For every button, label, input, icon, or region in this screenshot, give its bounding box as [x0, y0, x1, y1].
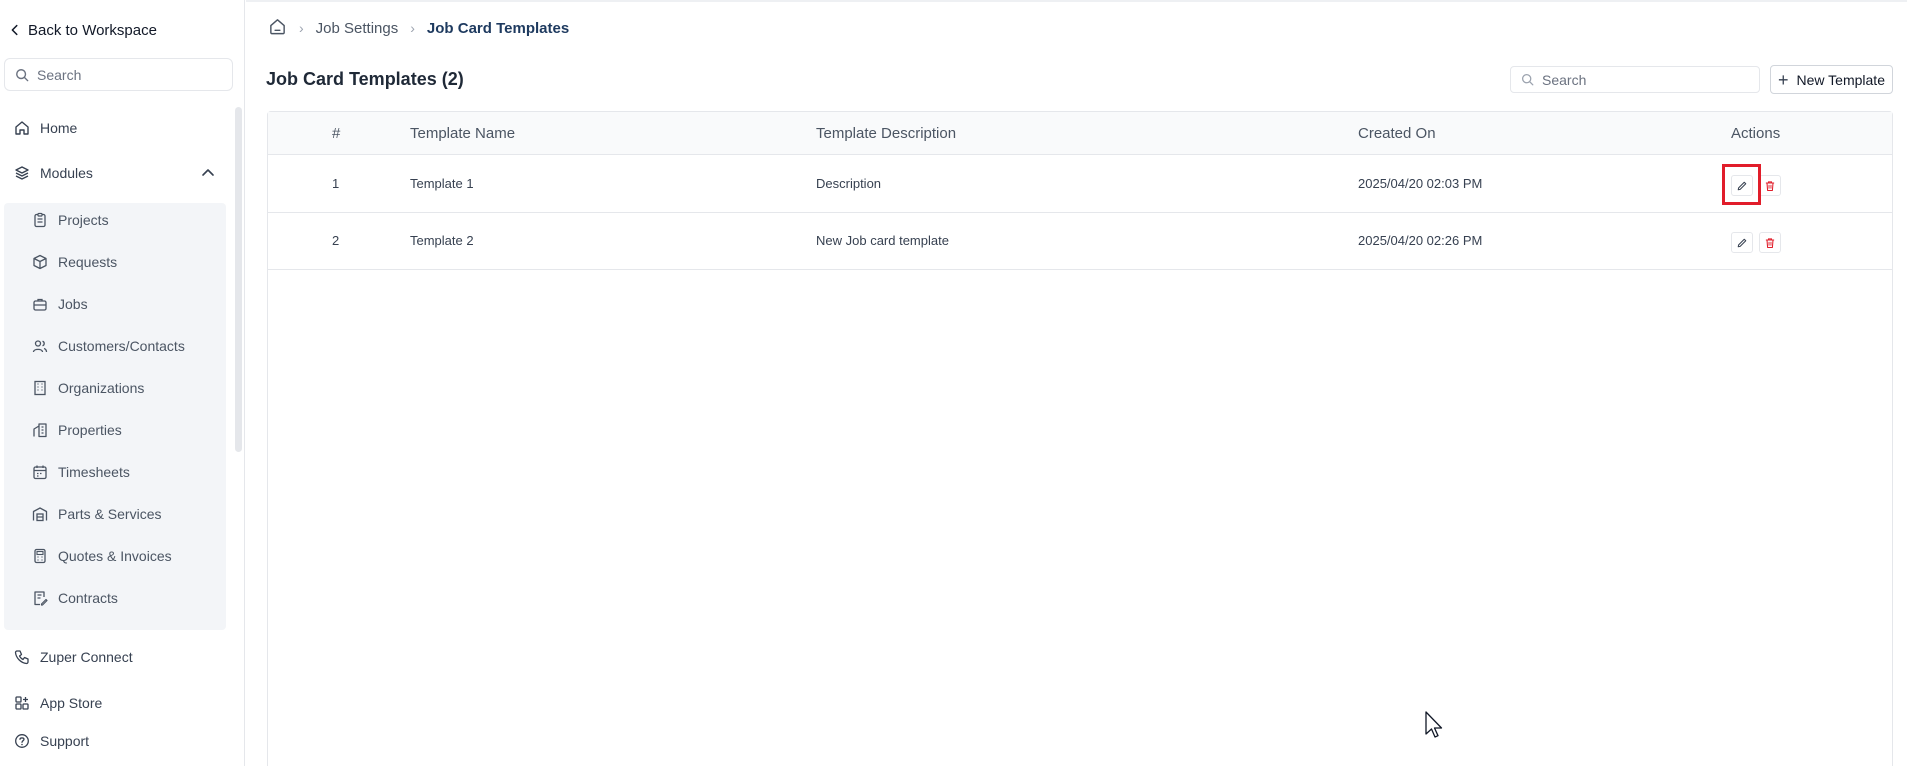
- search-icon: [1521, 73, 1534, 86]
- sidebar-item-requests[interactable]: Requests: [32, 251, 117, 273]
- sidebar-item-label: Jobs: [58, 296, 88, 312]
- home-icon: [15, 121, 29, 135]
- sidebar-item-label: Projects: [58, 212, 109, 228]
- templates-table: # Template Name Template Description Cre…: [267, 111, 1893, 766]
- sidebar-item-properties[interactable]: Properties: [32, 419, 122, 441]
- sidebar-item-label: Modules: [40, 165, 93, 181]
- plus-icon: +: [1778, 69, 1789, 90]
- sidebar-item-parts-services[interactable]: Parts & Services: [32, 503, 161, 525]
- phone-icon: [14, 650, 29, 665]
- clipboard-icon: [34, 212, 46, 228]
- template-name: Template 1: [410, 176, 474, 191]
- calendar-icon: [33, 465, 47, 480]
- mouse-cursor-icon: [1425, 711, 1443, 738]
- sidebar-item-timesheets[interactable]: Timesheets: [32, 461, 130, 483]
- sidebar-item-app-store[interactable]: App Store: [14, 692, 102, 714]
- delete-button[interactable]: [1759, 175, 1781, 196]
- sidebar-item-contracts[interactable]: Contracts: [32, 587, 118, 609]
- delete-button[interactable]: [1759, 232, 1781, 253]
- building-icon: [34, 380, 46, 396]
- sidebar-item-label: Requests: [58, 254, 118, 270]
- trash-icon: [1765, 180, 1775, 191]
- warehouse-icon: [32, 507, 48, 522]
- box-icon: [33, 254, 47, 270]
- column-header-created-on: Created On: [1358, 125, 1436, 142]
- breadcrumb-job-card-templates: Job Card Templates: [426, 19, 570, 37]
- template-search-input[interactable]: [1542, 71, 1742, 88]
- search-icon: [16, 68, 29, 81]
- sidebar-item-label: Support: [40, 733, 90, 749]
- sidebar-item-organizations[interactable]: Organizations: [32, 377, 144, 399]
- table-header: # Template Name Template Description Cre…: [268, 112, 1892, 155]
- table-row[interactable]: 1 Template 1 Description 2025/04/20 02:0…: [268, 156, 1892, 213]
- sidebar-item-modules[interactable]: Modules: [14, 162, 216, 184]
- sidebar-item-label: Quotes & Invoices: [58, 548, 172, 564]
- column-header-actions: Actions: [1731, 125, 1781, 142]
- chevron-right-icon: ›: [410, 20, 415, 36]
- back-to-workspace-link[interactable]: Back to Workspace: [8, 19, 157, 41]
- sidebar-item-label: Organizations: [58, 380, 145, 396]
- sidebar-item-home[interactable]: Home: [14, 117, 77, 139]
- edit-button[interactable]: [1731, 175, 1753, 196]
- sidebar-item-label: Timesheets: [58, 464, 130, 480]
- template-name: Template 2: [410, 233, 474, 248]
- pencil-icon: [1737, 238, 1747, 247]
- page-title: Job Card Templates (2): [266, 69, 464, 89]
- sidebar-item-label: Contracts: [58, 590, 118, 606]
- sidebar-search-input[interactable]: [37, 66, 217, 83]
- pencil-icon: [1737, 181, 1747, 190]
- briefcase-icon: [33, 298, 47, 311]
- help-icon: [15, 734, 29, 748]
- new-template-label: New Template: [1796, 71, 1885, 88]
- contract-icon: [34, 591, 48, 606]
- calculator-icon: [34, 548, 46, 564]
- template-search[interactable]: [1510, 66, 1760, 93]
- new-template-button[interactable]: + New Template: [1770, 65, 1893, 94]
- sidebar-item-customers-contacts[interactable]: Customers/Contacts: [32, 335, 185, 357]
- template-description: Description: [816, 176, 882, 191]
- sidebar-item-label: Home: [40, 120, 78, 136]
- created-on: 2025/04/20 02:03 PM: [1358, 176, 1483, 191]
- table-row[interactable]: 2 Template 2 New Job card template 2025/…: [268, 213, 1892, 270]
- chevron-right-icon: ›: [299, 20, 304, 36]
- template-description: New Job card template: [816, 233, 949, 248]
- sidebar-item-label: Zuper Connect: [40, 649, 133, 665]
- property-icon: [33, 423, 47, 438]
- sidebar-item-support[interactable]: Support: [14, 730, 89, 752]
- row-number: 1: [332, 176, 340, 191]
- home-icon[interactable]: [268, 17, 287, 40]
- breadcrumb: › Job Settings › Job Card Templates: [268, 17, 569, 39]
- users-icon: [32, 340, 48, 353]
- sidebar-item-zuper-connect[interactable]: Zuper Connect: [14, 646, 133, 668]
- column-header-number: #: [332, 125, 341, 142]
- sidebar: Back to Workspace Home Modules Projects …: [0, 0, 245, 766]
- back-link-label: Back to Workspace: [28, 21, 157, 39]
- row-number: 2: [332, 233, 340, 248]
- created-on: 2025/04/20 02:26 PM: [1358, 233, 1483, 248]
- sidebar-item-label: Parts & Services: [58, 506, 162, 522]
- chevron-left-icon: [11, 24, 18, 36]
- sidebar-item-quotes-invoices[interactable]: Quotes & Invoices: [32, 545, 172, 567]
- chevron-up-icon[interactable]: [200, 165, 216, 181]
- sidebar-scrollbar[interactable]: [235, 107, 242, 452]
- trash-icon: [1765, 237, 1775, 248]
- sidebar-item-label: Customers/Contacts: [58, 338, 185, 354]
- layers-icon: [15, 166, 29, 180]
- edit-button[interactable]: [1731, 232, 1753, 253]
- breadcrumb-job-settings[interactable]: Job Settings: [316, 20, 399, 37]
- app-store-icon: [15, 696, 29, 710]
- column-header-template-description: Template Description: [816, 125, 957, 142]
- sidebar-item-label: App Store: [40, 695, 103, 711]
- sidebar-item-label: Properties: [58, 422, 122, 438]
- top-divider: [246, 0, 1907, 2]
- sidebar-item-jobs[interactable]: Jobs: [32, 293, 88, 315]
- column-header-template-name: Template Name: [410, 125, 516, 142]
- sidebar-search[interactable]: [4, 58, 233, 91]
- sidebar-item-projects[interactable]: Projects: [32, 209, 109, 231]
